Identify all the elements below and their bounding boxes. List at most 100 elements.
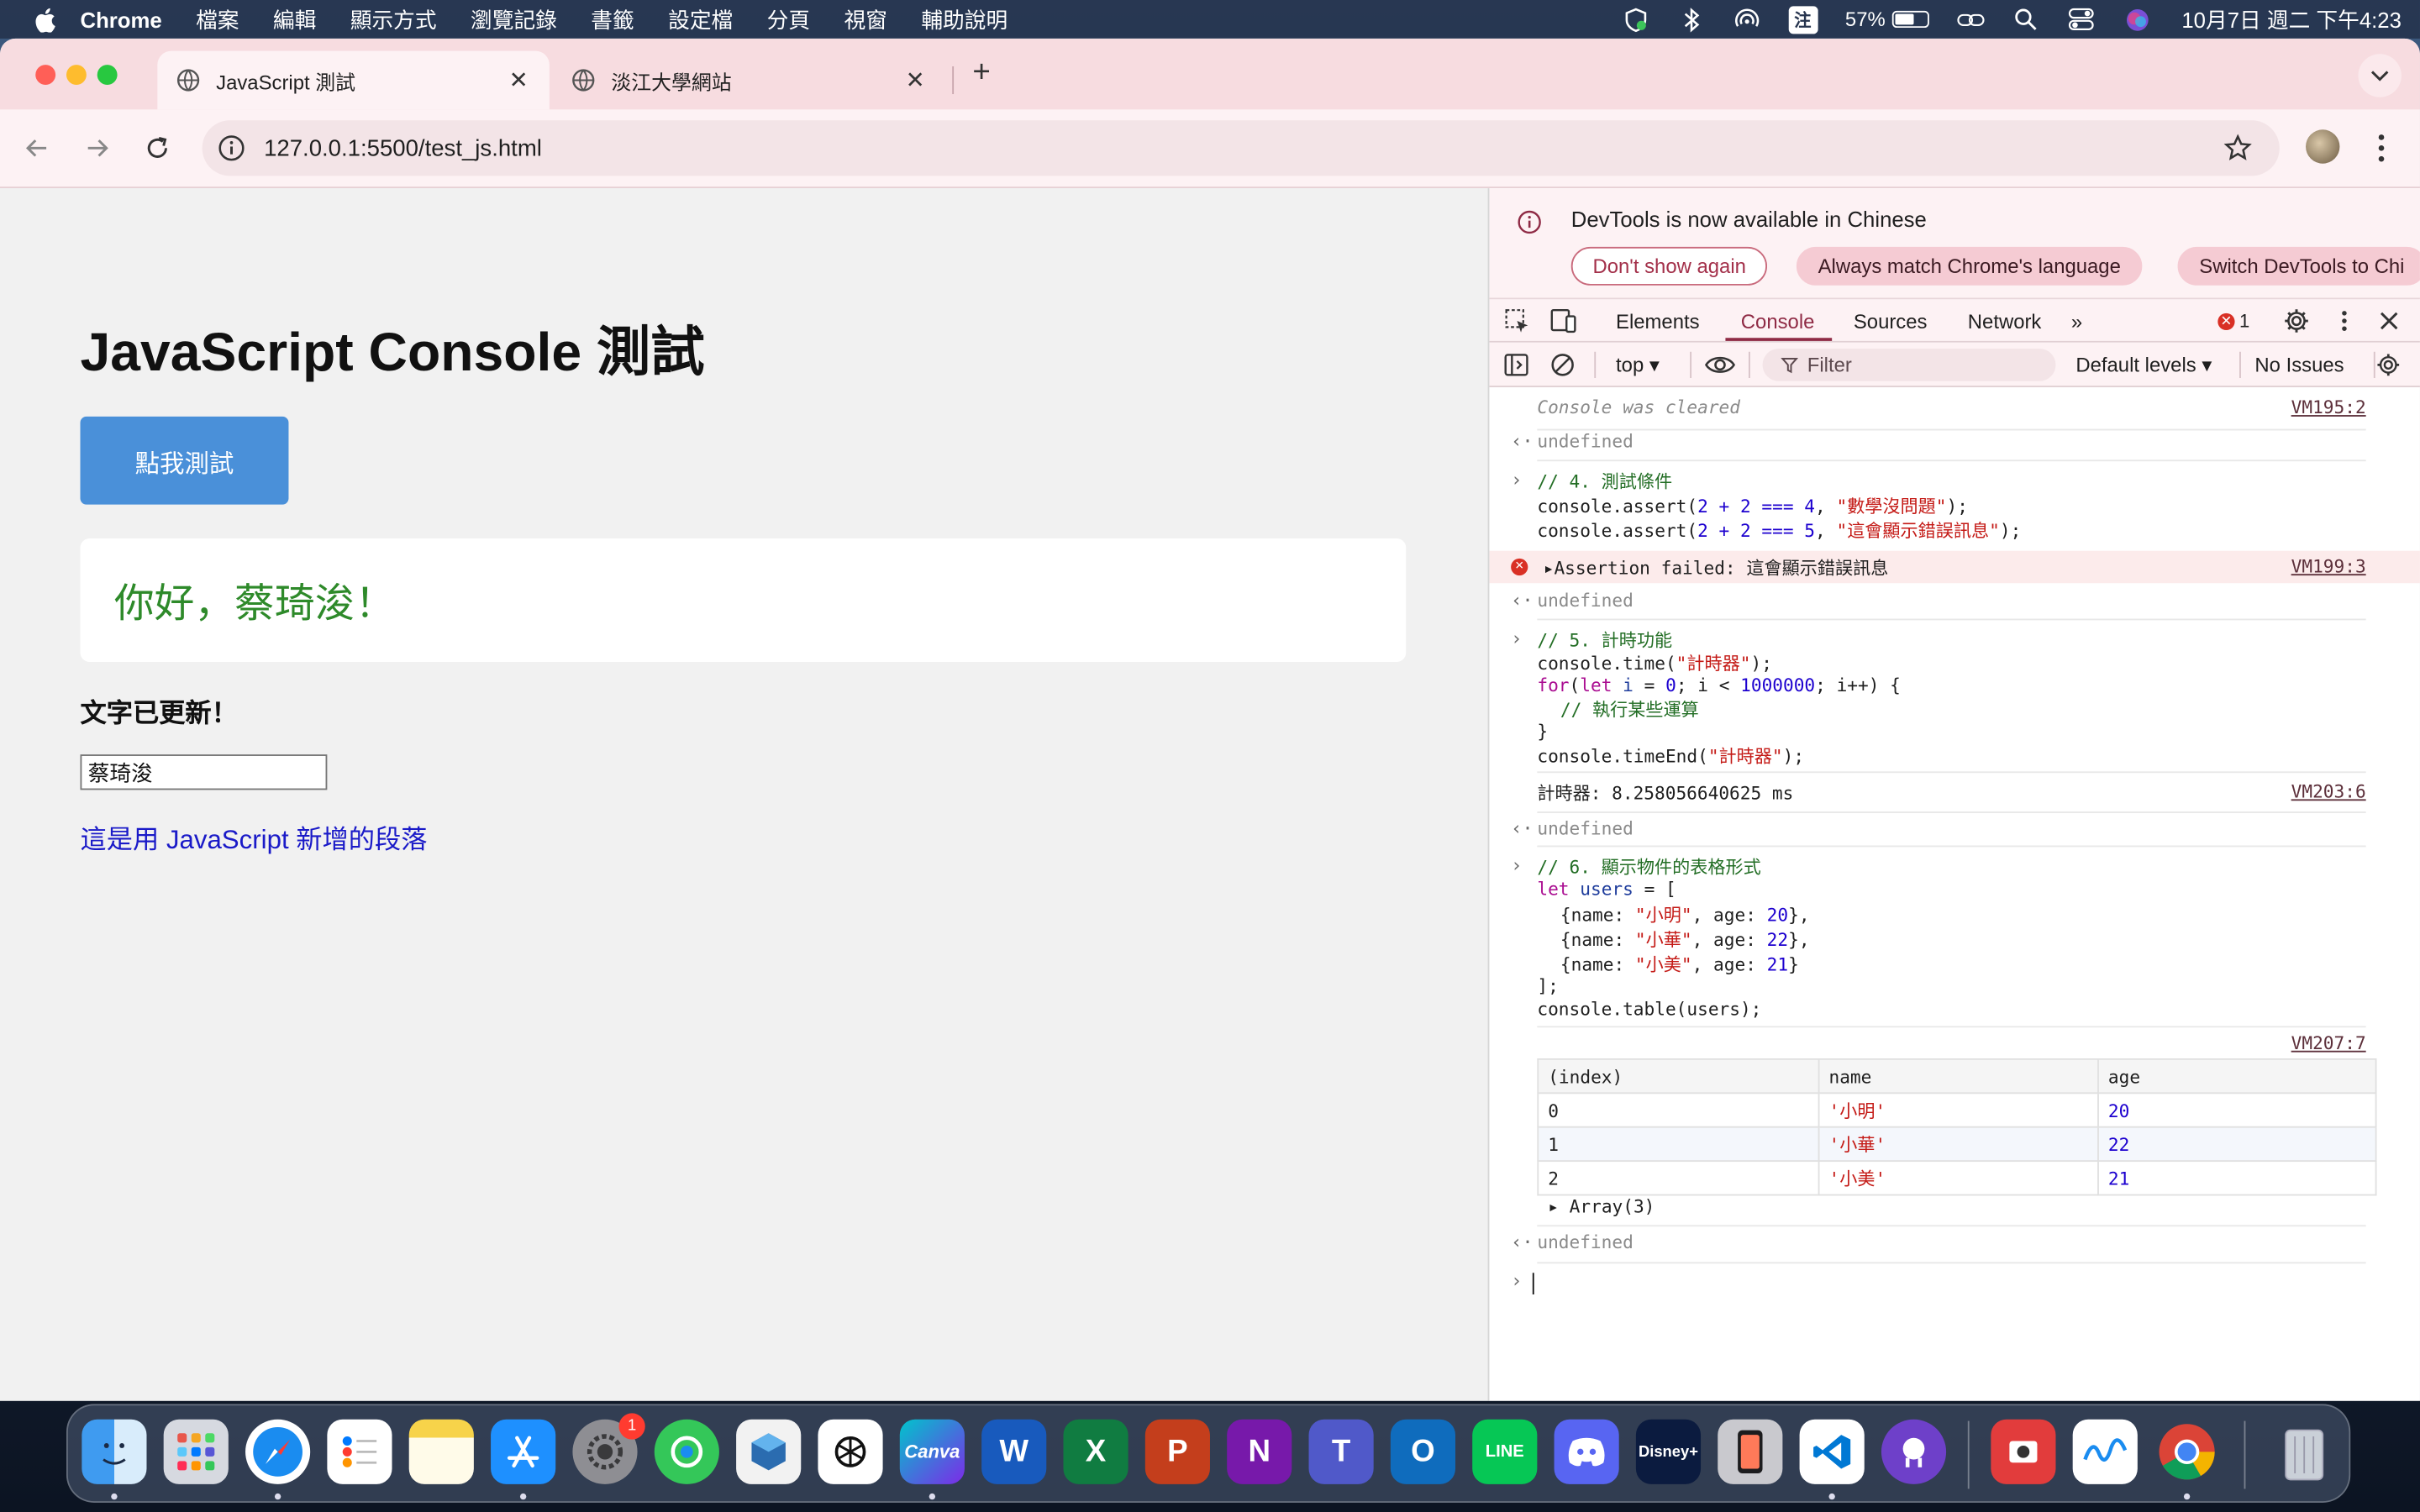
dont-show-again-button[interactable]: Don't show again [1570, 246, 1768, 286]
discord-icon[interactable] [1554, 1419, 1619, 1484]
array-summary-row[interactable]: ▸ Array(3) [1489, 1195, 2420, 1227]
menu-edit[interactable]: 編輯 [273, 4, 316, 35]
menu-view[interactable]: 顯示方式 [350, 4, 437, 35]
more-tabs-icon[interactable]: » [2071, 310, 2082, 333]
back-button[interactable] [18, 129, 55, 166]
tab-console[interactable]: Console [1741, 310, 1815, 333]
tab-javascript-test[interactable]: JavaScript 測試 ✕ [157, 50, 550, 110]
vscode-icon[interactable] [1799, 1419, 1865, 1484]
site-info-icon[interactable] [218, 134, 245, 162]
issues-indicator[interactable]: No Issues [2254, 354, 2344, 377]
click-test-button[interactable]: 點我測試 [80, 416, 289, 505]
vpn-icon[interactable] [1622, 7, 1649, 32]
onenote-icon[interactable]: N [1227, 1419, 1292, 1484]
system-settings-icon[interactable]: 1 [572, 1413, 645, 1484]
devtools-menu-icon[interactable] [2330, 307, 2358, 335]
clear-console-icon[interactable] [1549, 352, 1576, 378]
tab-network[interactable]: Network [1968, 310, 2042, 333]
menu-bookmarks[interactable]: 書籤 [591, 4, 634, 35]
inspect-element-icon[interactable] [1503, 307, 1531, 335]
console-filter-input[interactable]: Filter [1762, 349, 2056, 381]
menu-history[interactable]: 瀏覽記錄 [471, 4, 557, 35]
word-icon[interactable]: W [981, 1419, 1047, 1484]
tab-sources[interactable]: Sources [1854, 310, 1928, 333]
tab-search-button[interactable] [2358, 54, 2402, 97]
console-settings-icon[interactable] [2375, 352, 2402, 378]
forward-button[interactable] [79, 129, 116, 166]
error-count-badge[interactable]: ✕ 1 [2217, 310, 2249, 332]
source-link[interactable]: VM195:2 [2291, 396, 2366, 418]
reminders-icon[interactable] [327, 1419, 392, 1484]
disney-plus-icon[interactable]: Disney+ [1635, 1419, 1702, 1484]
source-link[interactable]: VM199:3 [2291, 555, 2366, 577]
table-header[interactable]: name [1818, 1058, 2099, 1095]
profile-avatar[interactable] [2306, 129, 2340, 164]
bluetooth-icon[interactable] [1677, 7, 1705, 32]
console-input-block[interactable]: › // 5. 計時功能 console.time("計時器"); for(le… [1489, 628, 2420, 770]
address-bar[interactable]: 127.0.0.1:5500/test_js.html [202, 120, 2280, 176]
virtualbox-icon[interactable] [736, 1419, 802, 1484]
menu-clock[interactable]: 10月7日 週二 下午4:23 [2181, 4, 2402, 35]
teams-icon[interactable]: T [1308, 1419, 1374, 1484]
switch-language-button[interactable]: Switch DevTools to Chi [2177, 246, 2420, 286]
battery-status[interactable]: 57% [1845, 8, 1929, 31]
safari-icon[interactable] [245, 1419, 311, 1484]
console-error-row[interactable]: ✕ ▸Assertion failed: 這會顯示錯誤訊息 VM199:3 [1489, 550, 2420, 584]
menu-app-name[interactable]: Chrome [81, 7, 162, 31]
console-input-block[interactable]: › // 6. 顯示物件的表格形式 let users = [ {name: "… [1489, 855, 2420, 1021]
tab-close-icon[interactable]: ✕ [902, 66, 927, 94]
console-prompt[interactable]: › [1489, 1270, 2420, 1301]
device-toolbar-icon[interactable] [1549, 307, 1577, 335]
link-icon[interactable] [1956, 7, 1984, 31]
menu-tab[interactable]: 分頁 [767, 4, 810, 35]
url-text[interactable]: 127.0.0.1:5500/test_js.html [264, 135, 542, 161]
find-my-icon[interactable] [654, 1419, 719, 1484]
chatgpt-icon[interactable] [818, 1419, 883, 1484]
airdrop-icon[interactable] [1733, 7, 1760, 31]
log-levels-dropdown[interactable]: Default levels ▾ [2075, 354, 2212, 378]
reload-button[interactable] [139, 129, 176, 166]
context-selector[interactable]: top ▾ [1616, 354, 1660, 378]
finder-icon[interactable] [82, 1419, 147, 1484]
name-input[interactable] [80, 754, 328, 790]
source-link[interactable]: VM207:7 [2291, 1032, 2366, 1054]
excel-icon[interactable]: X [1063, 1419, 1128, 1484]
close-devtools-icon[interactable] [2375, 307, 2403, 335]
table-header[interactable]: (index) [1537, 1058, 1820, 1095]
new-tab-button[interactable]: + [966, 57, 997, 88]
powerpoint-icon[interactable]: P [1144, 1419, 1210, 1484]
tab-tamkang-university[interactable]: 淡江大學網站 ✕ [553, 51, 946, 110]
menu-profiles[interactable]: 設定檔 [668, 4, 733, 35]
siri-icon[interactable] [2123, 7, 2151, 31]
trash-icon[interactable] [2272, 1420, 2337, 1484]
input-method-indicator[interactable]: 注 [1787, 5, 1818, 34]
tab-elements[interactable]: Elements [1616, 310, 1700, 333]
console-input-block[interactable]: › // 4. 測試條件 console.assert(2 + 2 === 4,… [1489, 469, 2420, 549]
window-close-button[interactable] [35, 65, 56, 86]
window-minimize-button[interactable] [66, 65, 87, 86]
bookmark-star-icon[interactable] [2223, 134, 2252, 162]
table-header[interactable]: age [2097, 1058, 2377, 1095]
apple-icon[interactable] [34, 7, 55, 32]
sidebar-toggle-icon[interactable] [1503, 352, 1529, 378]
chrome-menu-icon[interactable] [2370, 129, 2392, 166]
tab-close-icon[interactable]: ✕ [506, 66, 530, 94]
github-desktop-icon[interactable] [1881, 1419, 1947, 1484]
canva-icon[interactable]: Canva [899, 1419, 965, 1484]
live-expression-eye-icon[interactable] [1704, 352, 1737, 378]
chrome-icon[interactable] [2154, 1420, 2219, 1484]
freeform-icon[interactable] [2072, 1419, 2138, 1484]
menu-file[interactable]: 檔案 [196, 4, 239, 35]
app-store-icon[interactable] [491, 1419, 556, 1484]
array-summary[interactable]: ▸ Array(3) [1548, 1195, 1655, 1217]
outlook-icon[interactable]: O [1390, 1419, 1456, 1484]
photo-booth-icon[interactable] [1991, 1419, 2056, 1484]
menu-window[interactable]: 視窗 [844, 4, 887, 35]
spotlight-search-icon[interactable] [2012, 7, 2039, 31]
iphone-mirroring-icon[interactable] [1718, 1419, 1783, 1484]
window-zoom-button[interactable] [97, 65, 118, 86]
line-icon[interactable]: LINE [1472, 1419, 1538, 1484]
notes-icon[interactable] [408, 1419, 474, 1484]
match-language-button[interactable]: Always match Chrome's language [1796, 246, 2143, 286]
control-center-icon[interactable] [2067, 7, 2095, 31]
